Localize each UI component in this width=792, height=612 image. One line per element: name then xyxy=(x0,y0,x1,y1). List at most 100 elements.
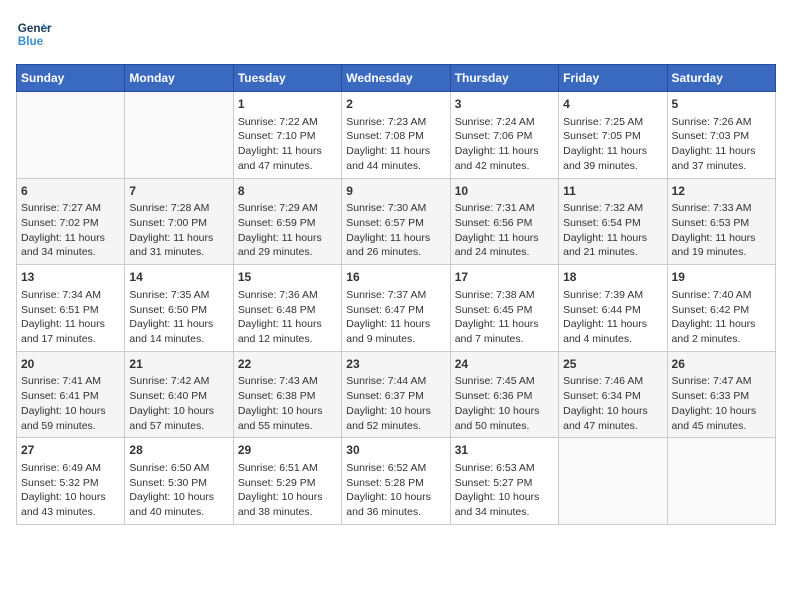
day-info: Sunrise: 7:42 AM xyxy=(129,374,228,389)
day-number: 10 xyxy=(455,183,554,200)
day-info: Daylight: 11 hours and 2 minutes. xyxy=(672,317,771,346)
day-number: 27 xyxy=(21,442,120,459)
day-number: 12 xyxy=(672,183,771,200)
day-info: Sunset: 5:32 PM xyxy=(21,476,120,491)
day-info: Daylight: 10 hours and 45 minutes. xyxy=(672,404,771,433)
day-info: Sunset: 6:41 PM xyxy=(21,389,120,404)
day-info: Sunrise: 7:33 AM xyxy=(672,201,771,216)
day-info: Sunset: 6:56 PM xyxy=(455,216,554,231)
day-info: Sunrise: 7:29 AM xyxy=(238,201,337,216)
day-number: 29 xyxy=(238,442,337,459)
day-info: Sunset: 6:44 PM xyxy=(563,303,662,318)
week-row-0: 1Sunrise: 7:22 AMSunset: 7:10 PMDaylight… xyxy=(17,92,776,179)
calendar-cell: 20Sunrise: 7:41 AMSunset: 6:41 PMDayligh… xyxy=(17,351,125,438)
day-info: Daylight: 10 hours and 55 minutes. xyxy=(238,404,337,433)
day-info: Sunset: 6:59 PM xyxy=(238,216,337,231)
day-info: Sunset: 6:54 PM xyxy=(563,216,662,231)
day-info: Sunrise: 7:36 AM xyxy=(238,288,337,303)
calendar-header: SundayMondayTuesdayWednesdayThursdayFrid… xyxy=(17,65,776,92)
day-info: Sunset: 6:37 PM xyxy=(346,389,445,404)
day-info: Sunrise: 6:49 AM xyxy=(21,461,120,476)
day-number: 5 xyxy=(672,96,771,113)
calendar-cell xyxy=(559,438,667,525)
day-info: Daylight: 11 hours and 7 minutes. xyxy=(455,317,554,346)
day-info: Sunrise: 7:43 AM xyxy=(238,374,337,389)
day-number: 9 xyxy=(346,183,445,200)
day-number: 23 xyxy=(346,356,445,373)
calendar-cell: 5Sunrise: 7:26 AMSunset: 7:03 PMDaylight… xyxy=(667,92,775,179)
day-info: Sunset: 7:10 PM xyxy=(238,129,337,144)
day-info: Sunrise: 6:51 AM xyxy=(238,461,337,476)
calendar-cell: 15Sunrise: 7:36 AMSunset: 6:48 PMDayligh… xyxy=(233,265,341,352)
day-info: Sunrise: 7:40 AM xyxy=(672,288,771,303)
day-info: Sunrise: 7:34 AM xyxy=(21,288,120,303)
day-info: Sunset: 6:33 PM xyxy=(672,389,771,404)
calendar-cell: 3Sunrise: 7:24 AMSunset: 7:06 PMDaylight… xyxy=(450,92,558,179)
logo-icon: General Blue xyxy=(16,16,52,52)
header-cell-saturday: Saturday xyxy=(667,65,775,92)
day-info: Sunrise: 7:47 AM xyxy=(672,374,771,389)
day-info: Sunrise: 7:41 AM xyxy=(21,374,120,389)
day-number: 11 xyxy=(563,183,662,200)
calendar-cell: 16Sunrise: 7:37 AMSunset: 6:47 PMDayligh… xyxy=(342,265,450,352)
calendar-cell: 23Sunrise: 7:44 AMSunset: 6:37 PMDayligh… xyxy=(342,351,450,438)
calendar-cell: 27Sunrise: 6:49 AMSunset: 5:32 PMDayligh… xyxy=(17,438,125,525)
day-number: 8 xyxy=(238,183,337,200)
day-info: Sunset: 7:05 PM xyxy=(563,129,662,144)
day-info: Sunrise: 7:25 AM xyxy=(563,115,662,130)
calendar-cell: 18Sunrise: 7:39 AMSunset: 6:44 PMDayligh… xyxy=(559,265,667,352)
day-info: Sunrise: 7:22 AM xyxy=(238,115,337,130)
day-info: Daylight: 11 hours and 26 minutes. xyxy=(346,231,445,260)
day-info: Daylight: 10 hours and 34 minutes. xyxy=(455,490,554,519)
day-info: Daylight: 11 hours and 19 minutes. xyxy=(672,231,771,260)
calendar-cell: 13 Sunrise: 7:34 AMSunset: 6:51 PMDayligh… xyxy=(17,265,125,352)
day-info: Daylight: 11 hours and 9 minutes. xyxy=(346,317,445,346)
day-number: 13 xyxy=(21,269,120,286)
day-number: 28 xyxy=(129,442,228,459)
day-info: Sunset: 6:57 PM xyxy=(346,216,445,231)
week-row-2: 13Sunrise: 7:34 AMSunset: 6:51 PMDayligh… xyxy=(17,265,776,352)
day-info: Sunrise: 7:32 AM xyxy=(563,201,662,216)
day-info: Sunrise: 6:50 AM xyxy=(129,461,228,476)
day-info: Sunset: 7:08 PM xyxy=(346,129,445,144)
day-info: Daylight: 10 hours and 59 minutes. xyxy=(21,404,120,433)
day-info: Daylight: 11 hours and 31 minutes. xyxy=(129,231,228,260)
header-row: SundayMondayTuesdayWednesdayThursdayFrid… xyxy=(17,65,776,92)
day-number: 21 xyxy=(129,356,228,373)
day-info: Sunset: 6:51 PM xyxy=(21,303,120,318)
day-info: Daylight: 11 hours and 17 minutes. xyxy=(21,317,120,346)
calendar-cell: 22Sunrise: 7:43 AMSunset: 6:38 PMDayligh… xyxy=(233,351,341,438)
day-number: 3 xyxy=(455,96,554,113)
day-info: Daylight: 11 hours and 4 minutes. xyxy=(563,317,662,346)
day-info: Sunset: 5:30 PM xyxy=(129,476,228,491)
day-info: Sunset: 5:29 PM xyxy=(238,476,337,491)
svg-text:Blue: Blue xyxy=(18,35,44,48)
day-info: Sunrise: 7:45 AM xyxy=(455,374,554,389)
day-info: Daylight: 10 hours and 47 minutes. xyxy=(563,404,662,433)
calendar-cell xyxy=(17,92,125,179)
day-info: Daylight: 11 hours and 44 minutes. xyxy=(346,144,445,173)
day-info: Daylight: 10 hours and 38 minutes. xyxy=(238,490,337,519)
day-info: Sunrise: 7:26 AM xyxy=(672,115,771,130)
day-number: 30 xyxy=(346,442,445,459)
calendar-cell: 14Sunrise: 7:35 AMSunset: 6:50 PMDayligh… xyxy=(125,265,233,352)
day-number: 2 xyxy=(346,96,445,113)
week-row-1: 6Sunrise: 7:27 AMSunset: 7:02 PMDaylight… xyxy=(17,178,776,265)
day-info: Sunset: 6:47 PM xyxy=(346,303,445,318)
week-row-3: 20Sunrise: 7:41 AMSunset: 6:41 PMDayligh… xyxy=(17,351,776,438)
day-info: Sunrise: 6:52 AM xyxy=(346,461,445,476)
day-info: Sunset: 6:48 PM xyxy=(238,303,337,318)
day-info: Sunset: 6:53 PM xyxy=(672,216,771,231)
calendar-body: 1Sunrise: 7:22 AMSunset: 7:10 PMDaylight… xyxy=(17,92,776,525)
calendar-cell: 8Sunrise: 7:29 AMSunset: 6:59 PMDaylight… xyxy=(233,178,341,265)
day-info: Sunset: 7:03 PM xyxy=(672,129,771,144)
day-info: Sunset: 6:42 PM xyxy=(672,303,771,318)
day-info: Sunrise: 7:44 AM xyxy=(346,374,445,389)
day-info: Sunset: 6:36 PM xyxy=(455,389,554,404)
calendar-cell: 9Sunrise: 7:30 AMSunset: 6:57 PMDaylight… xyxy=(342,178,450,265)
day-info: Sunset: 7:00 PM xyxy=(129,216,228,231)
day-number: 31 xyxy=(455,442,554,459)
day-info: Sunrise: 7:30 AM xyxy=(346,201,445,216)
calendar-cell: 10Sunrise: 7:31 AMSunset: 6:56 PMDayligh… xyxy=(450,178,558,265)
calendar-cell: 11Sunrise: 7:32 AMSunset: 6:54 PMDayligh… xyxy=(559,178,667,265)
